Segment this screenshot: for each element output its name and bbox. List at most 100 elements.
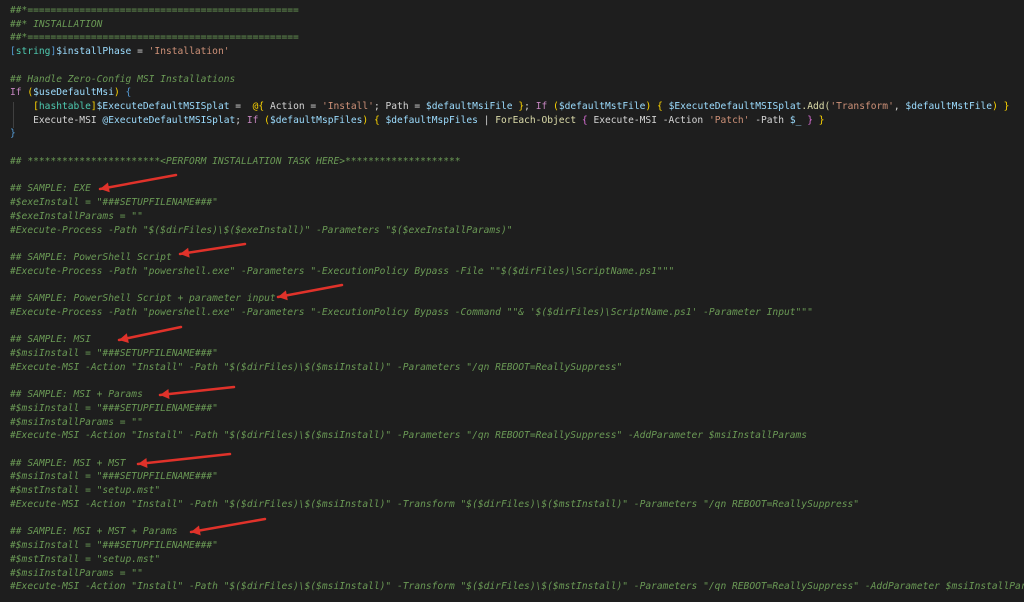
code-token: = (131, 46, 149, 58)
code-token: string (15, 46, 51, 58)
code-token: #Execute-MSI -Action "Install" -Path "$(… (10, 498, 860, 510)
code-token: If (10, 87, 22, 99)
code-token: #$msiInstall = "###SETUPFILENAME###" (10, 471, 218, 483)
code-line[interactable]: #$exeInstallParams = "" (10, 210, 143, 224)
code-line[interactable]: ## SAMPLE: EXE (10, 182, 91, 196)
code-line[interactable]: #Execute-MSI -Action "Install" -Path "$(… (10, 498, 859, 512)
code-token: [ (10, 101, 39, 113)
code-token: #Execute-MSI -Action "Install" -Path "$(… (10, 581, 1024, 593)
code-line[interactable]: [hashtable]$ExecuteDefaultMSISplat = @{ … (10, 100, 1009, 114)
code-line[interactable]: #Execute-Process -Path "powershell.exe" … (10, 306, 813, 320)
code-token: Execute-MSI -Action (593, 114, 709, 126)
code-token: ##*=====================================… (10, 5, 299, 16)
code-line[interactable]: If ($useDefaultMsi) { (10, 86, 131, 100)
code-line[interactable]: ## ***********************<PERFORM INSTA… (10, 155, 461, 169)
code-line[interactable]: ## SAMPLE: MSI + Params (10, 388, 143, 402)
code-token: #$msiInstall = "###SETUPFILENAME###" (10, 540, 218, 552)
red-arrow-icon (189, 517, 267, 536)
code-token: -Path (749, 114, 790, 126)
code-token: ## Handle Zero-Config MSI Installations (10, 73, 236, 85)
code-line[interactable]: #$mstInstall = "setup.mst" (10, 484, 160, 498)
code-line[interactable]: ## SAMPLE: MSI (10, 333, 91, 347)
code-token: $defaultMspFiles (385, 114, 478, 126)
code-token: ( (21, 87, 34, 99)
code-token: Action = (264, 101, 322, 113)
red-arrow-icon (117, 325, 183, 344)
code-token: } (801, 114, 813, 126)
code-line[interactable]: #Execute-MSI -Action "Install" -Path "$(… (10, 429, 807, 443)
code-token: $_ (789, 114, 802, 126)
red-arrow-icon (158, 385, 236, 400)
code-token: #$exeInstall = "###SETUPFILENAME###" (10, 197, 218, 209)
code-token: $ExecuteDefaultMSISplat (96, 101, 230, 113)
code-token: | (477, 114, 496, 126)
code-line[interactable]: ## SAMPLE: MSI + MST (10, 457, 126, 471)
code-line[interactable]: #Execute-MSI -Action "Install" -Path "$(… (10, 580, 1024, 594)
code-line[interactable]: #$msiInstall = "###SETUPFILENAME###" (10, 539, 218, 553)
code-line[interactable]: ## SAMPLE: PowerShell Script (10, 251, 172, 265)
code-token: 'Transform' (830, 101, 894, 113)
code-token: ; Path = (373, 101, 426, 113)
code-token: ( (547, 101, 559, 113)
code-token: , (893, 101, 906, 113)
code-line[interactable]: ## Handle Zero-Config MSI Installations (10, 73, 235, 87)
code-line[interactable]: ##*=====================================… (10, 4, 299, 18)
code-token: ; (235, 114, 247, 126)
code-line[interactable]: #$mstInstall = "setup.mst" (10, 553, 160, 567)
code-line[interactable]: #$msiInstallParams = "" (10, 416, 143, 430)
code-line[interactable]: [string]$installPhase = 'Installation' (10, 45, 230, 59)
code-token: 'Patch' (708, 114, 750, 126)
code-token: { (119, 87, 132, 99)
code-line[interactable]: ##*=====================================… (10, 31, 299, 45)
code-token: ## SAMPLE: EXE (10, 183, 91, 195)
code-token: } (512, 101, 525, 113)
code-token: { (368, 114, 386, 126)
code-line[interactable]: #Execute-Process -Path "$($dirFiles)\$($… (10, 224, 513, 238)
code-token: ( (258, 114, 270, 126)
code-token: ## SAMPLE: PowerShell Script (10, 251, 172, 263)
code-token: $defaultMstFile (558, 101, 646, 113)
red-arrow-icon (136, 452, 232, 468)
code-token: ## SAMPLE: MSI + Params (10, 389, 143, 401)
code-line[interactable]: #Execute-Process -Path "powershell.exe" … (10, 265, 674, 279)
code-line[interactable]: ## SAMPLE: MSI + MST + Params (10, 525, 178, 539)
code-token: #Execute-MSI -Action "Install" -Path "$(… (10, 430, 808, 442)
code-token: #Execute-MSI -Action "Install" -Path "$(… (10, 361, 623, 373)
code-line[interactable]: ##* INSTALLATION (10, 18, 102, 32)
code-token: #$msiInstall = "###SETUPFILENAME###" (10, 402, 218, 414)
code-line[interactable]: #$exeInstall = "###SETUPFILENAME###" (10, 196, 218, 210)
code-token: ##*=====================================… (10, 32, 299, 44)
code-token: @{ (252, 101, 265, 113)
code-token: ; (524, 101, 536, 113)
code-line[interactable]: #$msiInstall = "###SETUPFILENAME###" (10, 470, 218, 484)
code-token: #Execute-Process -Path "powershell.exe" … (10, 265, 675, 277)
code-line[interactable]: #Execute-MSI -Action "Install" -Path "$(… (10, 361, 622, 375)
code-line[interactable]: ## SAMPLE: PowerShell Script + parameter… (10, 292, 276, 306)
code-token: #$msiInstallParams = "" (10, 567, 143, 579)
code-token: $useDefaultMsi (33, 87, 114, 99)
code-token: .Add( (801, 101, 831, 113)
code-token: If (246, 114, 259, 126)
code-token: #Execute-Process -Path "powershell.exe" … (10, 306, 813, 318)
code-token: Execute-MSI (10, 114, 103, 126)
code-token: $defaultMsiFile (425, 101, 513, 113)
red-arrow-icon (98, 173, 178, 193)
code-line[interactable]: #$msiInstall = "###SETUPFILENAME###" (10, 402, 218, 416)
code-token: #$msiInstallParams = "" (10, 416, 143, 428)
code-line[interactable]: #$msiInstall = "###SETUPFILENAME###" (10, 347, 218, 361)
code-token: hashtable (38, 101, 91, 113)
red-arrow-icon (178, 242, 247, 258)
code-line[interactable]: } (10, 127, 16, 141)
code-token: { (576, 114, 594, 126)
code-token: } (812, 114, 825, 126)
code-token: #Execute-Process -Path "$($dirFiles)\$($… (10, 224, 513, 236)
code-token: #$exeInstallParams = "" (10, 210, 143, 222)
code-token: = (229, 101, 253, 113)
code-editor[interactable]: ##*=====================================… (0, 0, 1024, 602)
code-token: 'Install' (321, 101, 374, 113)
code-token: $defaultMstFile (905, 101, 993, 113)
code-token: ## SAMPLE: MSI + MST (10, 457, 126, 469)
code-line[interactable]: Execute-MSI @ExecuteDefaultMSISplat; If … (10, 114, 825, 128)
code-line[interactable]: #$msiInstallParams = "" (10, 567, 143, 581)
code-token: { (651, 101, 669, 113)
